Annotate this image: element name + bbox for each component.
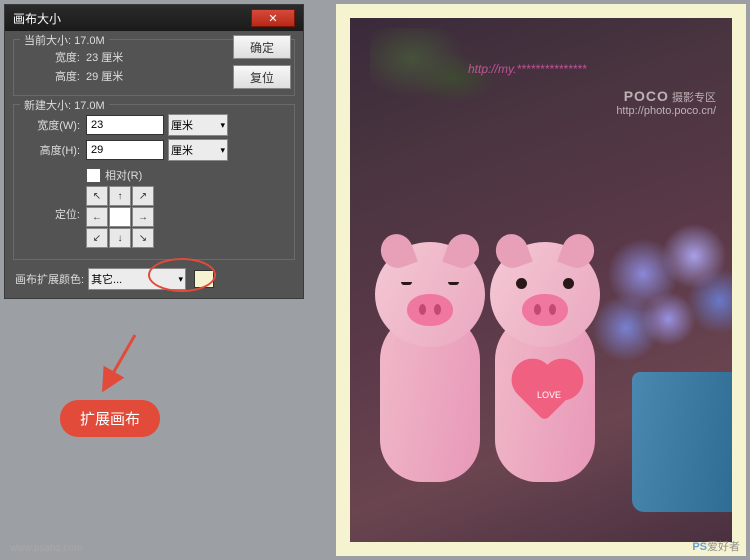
- relative-label: 相对(R): [105, 167, 142, 183]
- site-watermark-left: www.psahz.com: [10, 543, 82, 554]
- close-button[interactable]: ✕: [251, 9, 295, 27]
- watermark-poco: POCO 摄影专区 http://photo.poco.cn/: [616, 88, 716, 117]
- close-icon: ✕: [268, 12, 277, 25]
- current-height-label: 高度:: [22, 68, 80, 84]
- annotation-arrow: [100, 330, 140, 390]
- chevron-down-icon: ▾: [220, 120, 225, 131]
- vase: [632, 372, 732, 512]
- background-plant: [370, 28, 510, 128]
- new-height-label: 高度(H):: [22, 142, 80, 158]
- dialog-titlebar[interactable]: 画布大小 ✕: [5, 5, 303, 31]
- width-unit-select[interactable]: 厘米▾: [168, 114, 228, 136]
- anchor-grid: ↖ ↑ ↗ ← → ↙ ↓ ↘: [86, 186, 154, 248]
- photo-frame: LOVE http://my.*************** POCO 摄影专区…: [336, 4, 746, 556]
- photo-content: LOVE http://my.*************** POCO 摄影专区…: [350, 18, 732, 542]
- width-input[interactable]: [86, 115, 164, 135]
- anchor-se[interactable]: ↘: [132, 228, 154, 248]
- current-width-label: 宽度:: [22, 49, 80, 65]
- anchor-ne[interactable]: ↗: [132, 186, 154, 206]
- site-watermark-right: PS爱好者: [692, 538, 740, 554]
- new-size-group: 新建大小: 17.0M 宽度(W): 厘米▾ 高度(H): 厘米▾: [13, 104, 295, 260]
- anchor-w[interactable]: ←: [86, 207, 108, 227]
- height-unit-select[interactable]: 厘米▾: [168, 139, 228, 161]
- ok-button[interactable]: 确定: [233, 35, 291, 59]
- anchor-sw[interactable]: ↙: [86, 228, 108, 248]
- anchor-nw[interactable]: ↖: [86, 186, 108, 206]
- new-size-legend: 新建大小: 17.0M: [20, 97, 109, 113]
- heart-text: LOVE: [537, 390, 561, 400]
- current-width-value: 23 厘米: [86, 49, 123, 65]
- chevron-down-icon: ▾: [220, 145, 225, 156]
- watermark-url-top: http://my.***************: [468, 62, 587, 76]
- chevron-down-icon: ▾: [179, 274, 184, 285]
- anchor-center[interactable]: [109, 207, 131, 227]
- anchor-label: 定位:: [22, 206, 80, 222]
- relative-checkbox[interactable]: [86, 168, 101, 183]
- annotation-badge: 扩展画布: [60, 400, 160, 437]
- new-width-label: 宽度(W):: [22, 117, 80, 133]
- pig-right: LOVE: [485, 242, 605, 482]
- current-height-value: 29 厘米: [86, 68, 123, 84]
- anchor-e[interactable]: →: [132, 207, 154, 227]
- reset-button[interactable]: 复位: [233, 65, 291, 89]
- canvas-size-dialog: 画布大小 ✕ 当前大小: 17.0M 宽度: 23 厘米 高度: 29 厘米 新…: [4, 4, 304, 299]
- pig-left: [370, 242, 490, 482]
- flowers: [592, 202, 732, 382]
- anchor-s[interactable]: ↓: [109, 228, 131, 248]
- anchor-n[interactable]: ↑: [109, 186, 131, 206]
- dialog-title: 画布大小: [13, 10, 61, 27]
- extension-color-label: 画布扩展颜色:: [15, 271, 84, 287]
- extension-color-select[interactable]: 其它...▾: [88, 268, 186, 290]
- current-size-legend: 当前大小: 17.0M: [20, 32, 109, 48]
- height-input[interactable]: [86, 140, 164, 160]
- extension-color-swatch[interactable]: [194, 270, 214, 288]
